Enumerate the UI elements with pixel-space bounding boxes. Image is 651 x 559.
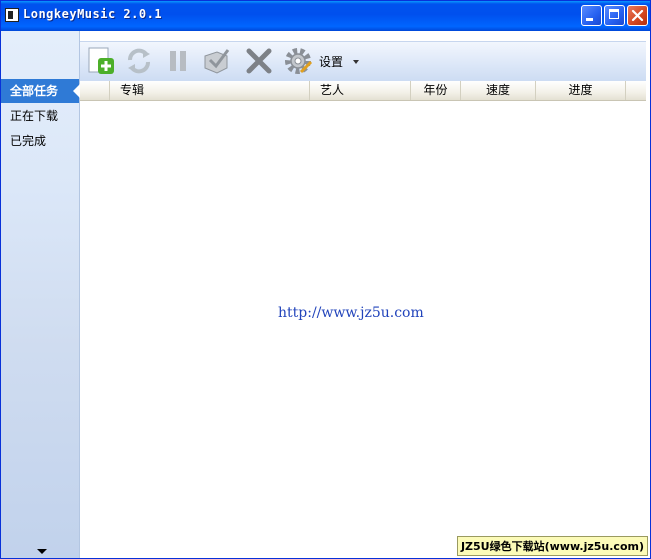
watermark-text: http://www.jz5u.com (278, 305, 424, 321)
table-header: 专辑 艺人 年份 速度 进度 (80, 81, 646, 101)
delete-x-icon[interactable] (244, 46, 274, 76)
folder-check-icon[interactable] (201, 46, 231, 76)
maximize-button[interactable] (604, 5, 625, 26)
close-icon (631, 9, 644, 22)
site-badge: JZ5U绿色下载站(www.jz5u.com) (456, 536, 648, 556)
column-header-artist[interactable]: 艺人 (310, 81, 411, 100)
app-window: LongkeyMusic 2.0.1 全部任务 正在下载 已完成 设置 专辑 艺… (0, 0, 651, 559)
column-header-album[interactable]: 专辑 (110, 81, 310, 100)
app-icon (5, 8, 19, 22)
sidebar-item-downloading[interactable]: 正在下载 (1, 104, 79, 128)
column-header-speed[interactable]: 速度 (461, 81, 536, 100)
column-header-year[interactable]: 年份 (411, 81, 461, 100)
refresh-icon[interactable] (124, 46, 154, 76)
gear-icon[interactable] (283, 46, 313, 76)
task-list[interactable]: http://www.jz5u.com (80, 101, 646, 558)
settings-menu-label[interactable]: 设置 (319, 53, 343, 70)
main-body: 全部任务 正在下载 已完成 设置 专辑 艺人 年份 速度 进度 http://w… (1, 31, 650, 558)
toolbar: 设置 (80, 41, 646, 81)
title-bar[interactable]: LongkeyMusic 2.0.1 (1, 1, 650, 31)
sidebar: 全部任务 正在下载 已完成 (1, 31, 80, 558)
pause-icon[interactable] (163, 46, 193, 76)
window-title: LongkeyMusic 2.0.1 (23, 7, 163, 21)
chevron-down-icon[interactable] (37, 549, 47, 554)
sidebar-item-all-tasks[interactable]: 全部任务 (1, 79, 80, 103)
sidebar-item-completed[interactable]: 已完成 (1, 129, 79, 153)
column-header-progress[interactable]: 进度 (536, 81, 626, 100)
column-header-blank[interactable] (80, 81, 110, 100)
add-plus-icon[interactable] (86, 46, 116, 76)
close-button[interactable] (627, 5, 648, 26)
minimize-button[interactable] (581, 5, 602, 26)
dropdown-caret-icon[interactable] (353, 60, 359, 64)
